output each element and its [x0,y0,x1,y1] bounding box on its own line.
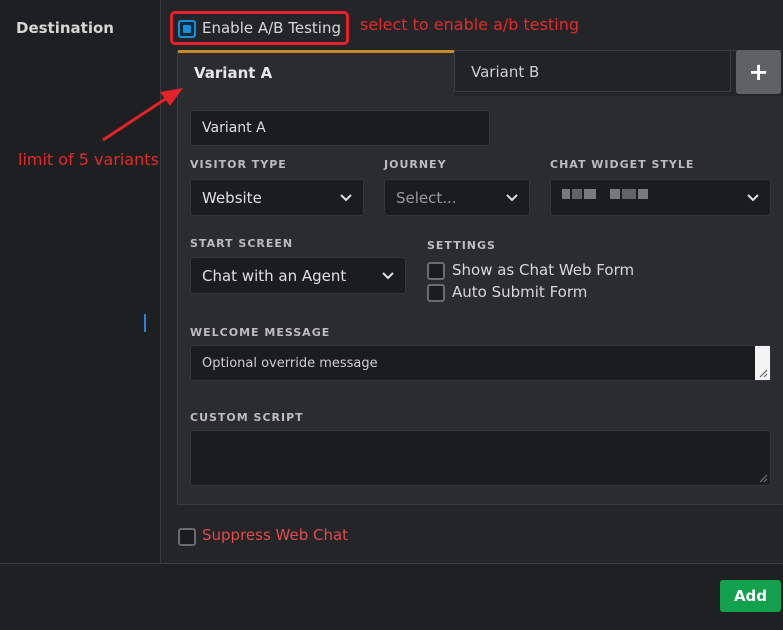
textarea-resize-area[interactable] [755,346,770,380]
chevron-down-icon [506,193,518,201]
settings-label: SETTINGS [427,239,496,252]
welcome-message-label: WELCOME MESSAGE [190,326,331,339]
destination-label: Destination [16,19,114,37]
show-as-chat-web-form-label[interactable]: Show as Chat Web Form [452,261,634,279]
chevron-down-icon [382,271,394,279]
journey-value: Select... [396,188,457,207]
chat-widget-style-label: CHAT WIDGET STYLE [550,158,695,171]
show-as-chat-web-form-checkbox[interactable] [427,262,445,280]
annotation-limit-hint: limit of 5 variants [18,150,159,169]
visitor-type-value: Website [202,188,262,207]
start-screen-label: START SCREEN [190,237,294,250]
auto-submit-form-label[interactable]: Auto Submit Form [452,283,587,301]
tab-variant-a[interactable]: Variant A [178,50,454,96]
enable-abtest-label[interactable]: Enable A/B Testing [202,19,341,37]
start-screen-select[interactable]: Chat with an Agent [190,257,406,294]
visitor-type-select[interactable]: Website [190,179,364,216]
tab-variant-b[interactable]: Variant B [454,50,731,92]
chevron-down-icon [340,193,352,201]
left-column: Destination [0,0,161,563]
enable-abtest-checkbox[interactable] [178,20,196,38]
text-cursor-marker [144,314,146,332]
variant-name-input[interactable]: Variant A [190,110,490,146]
journey-label: JOURNEY [384,158,447,171]
visitor-type-label: VISITOR TYPE [190,158,287,171]
chevron-down-icon [747,193,759,201]
chat-widget-style-select[interactable] [550,179,771,216]
welcome-message-textarea[interactable]: Optional override message [190,345,771,381]
resize-grip-icon[interactable] [758,473,768,483]
resize-grip-icon[interactable] [758,368,768,378]
footer-bar [0,563,783,630]
suppress-web-chat-label[interactable]: Suppress Web Chat [202,526,348,544]
custom-script-label: CUSTOM SCRIPT [190,411,304,424]
add-variant-button[interactable]: + [736,50,781,94]
welcome-message-placeholder: Optional override message [202,355,378,371]
auto-submit-form-checkbox[interactable] [427,284,445,302]
add-button[interactable]: Add [720,580,781,612]
annotation-select-hint: select to enable a/b testing [360,15,579,34]
start-screen-value: Chat with an Agent [202,266,347,285]
variant-name-value: Variant A [202,120,266,136]
journey-select[interactable]: Select... [384,179,530,216]
suppress-web-chat-checkbox[interactable] [178,528,196,546]
custom-script-textarea[interactable] [190,430,771,486]
redacted-value [562,188,650,199]
